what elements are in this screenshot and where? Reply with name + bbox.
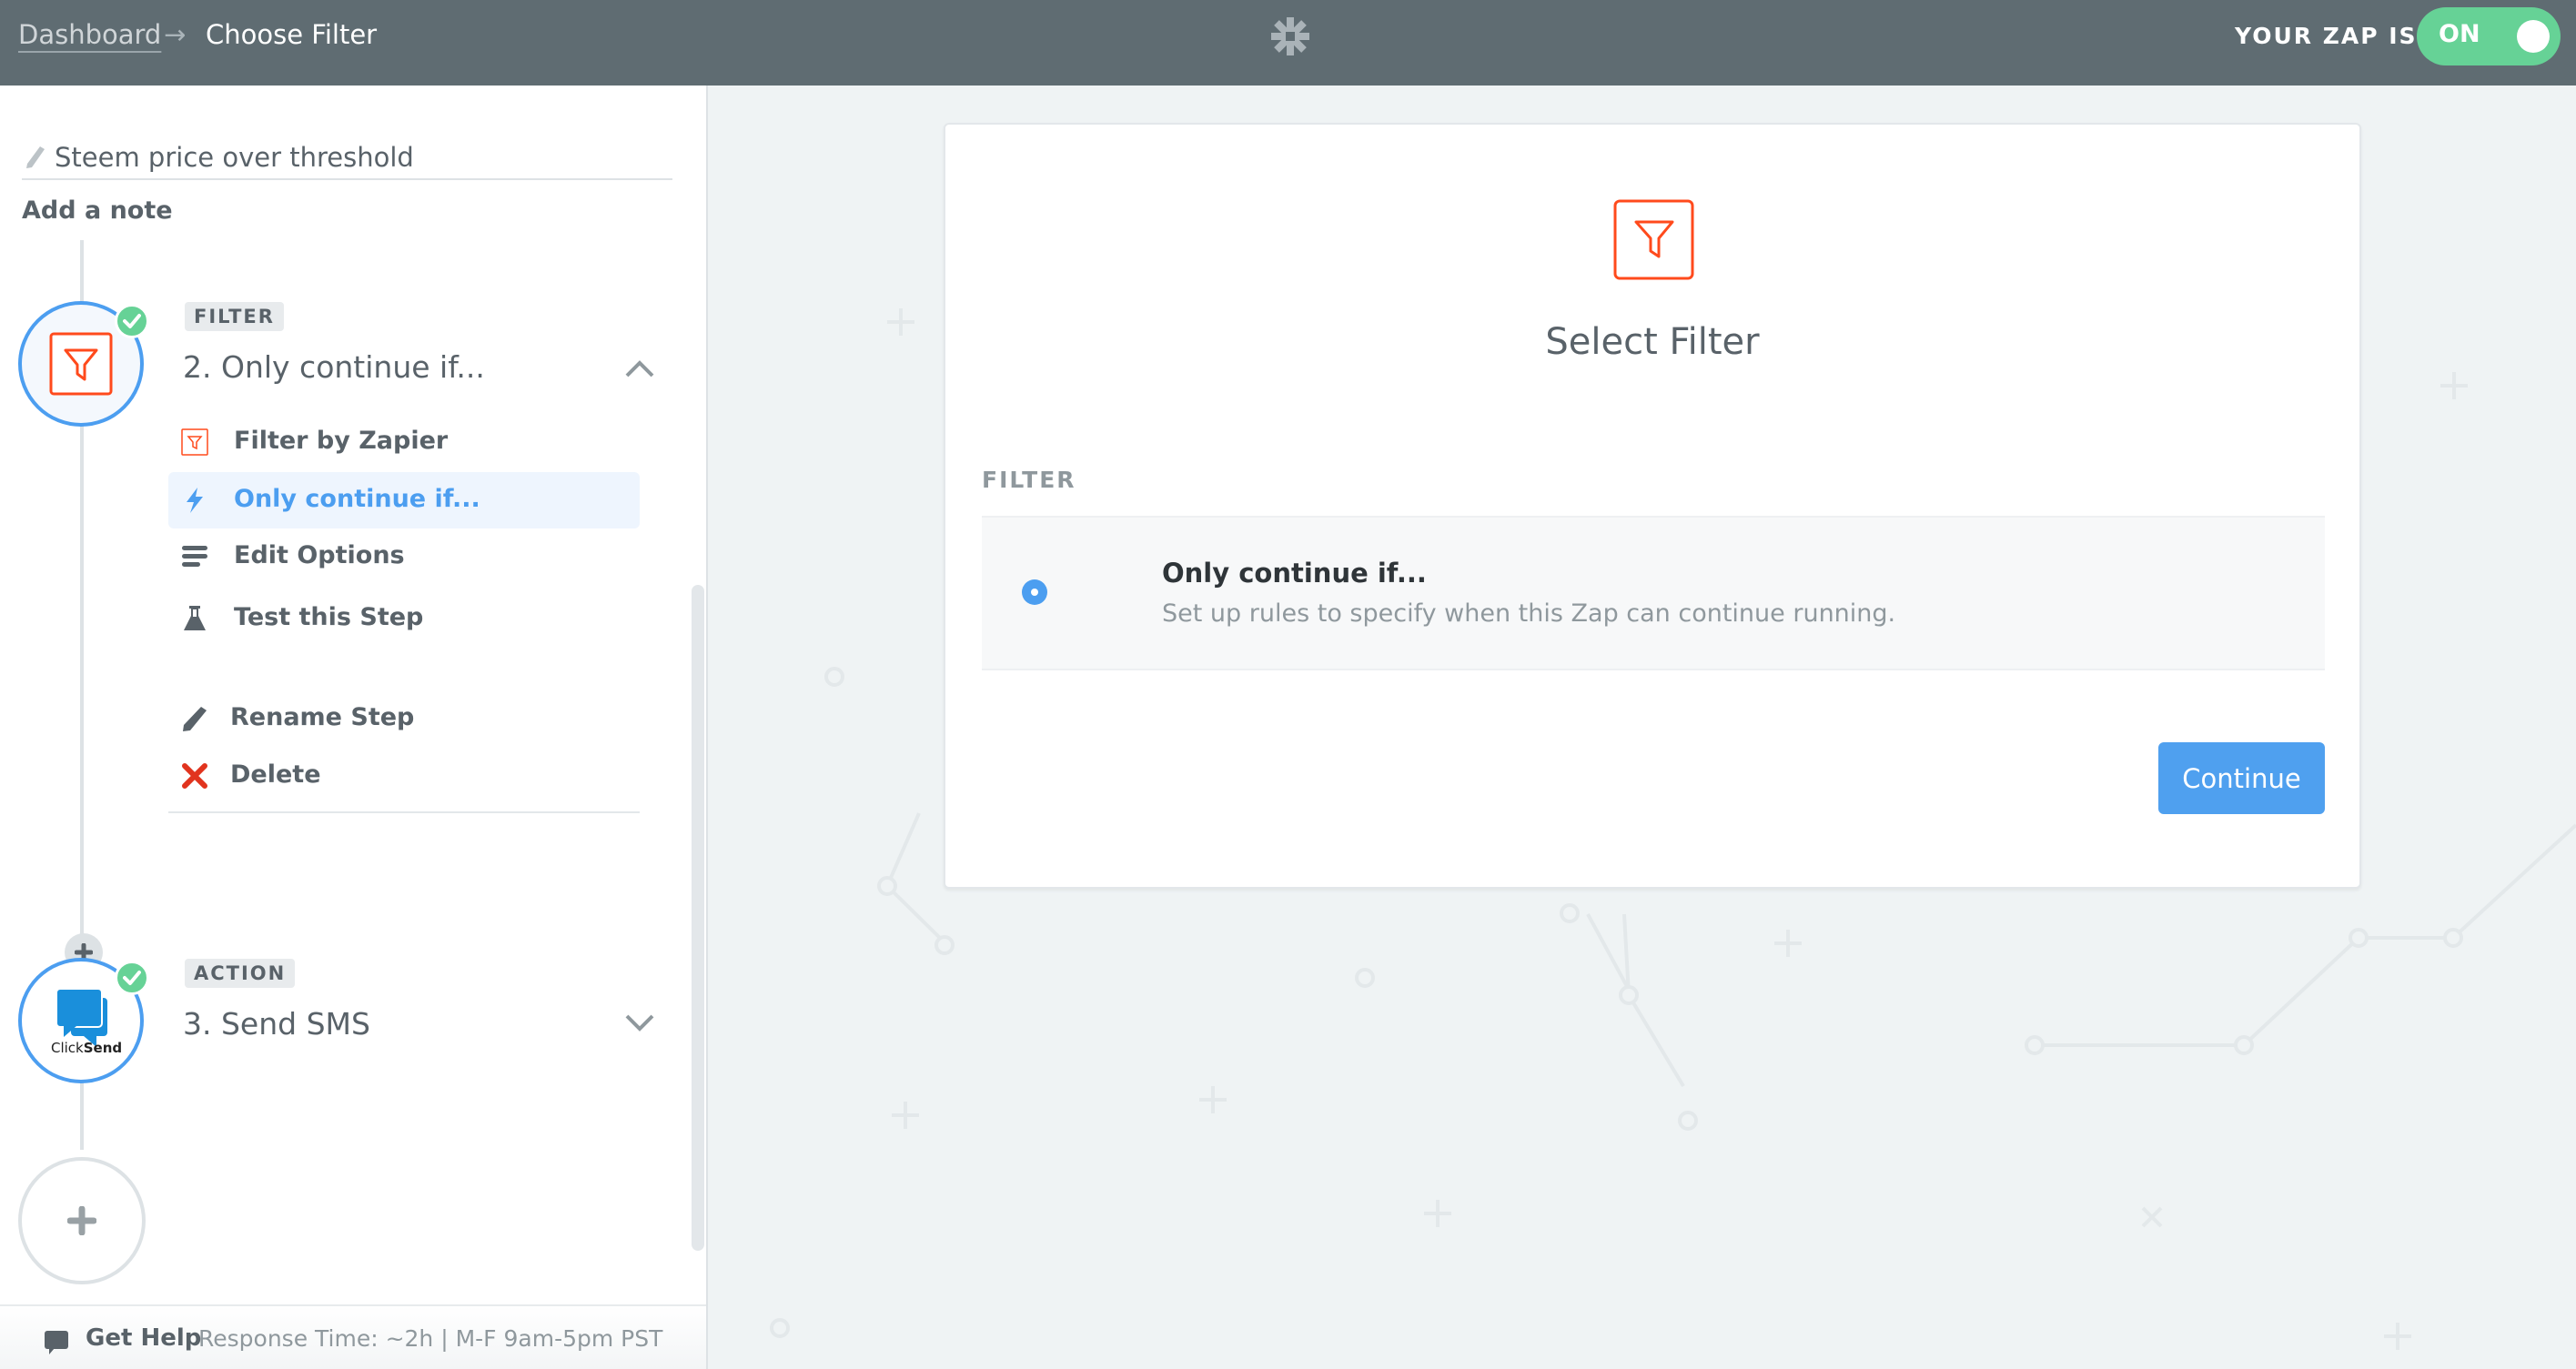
zap-name-field[interactable]: Steem price over threshold bbox=[22, 136, 672, 180]
menu-item-only-continue-if[interactable]: Only continue if... bbox=[168, 472, 640, 528]
step-type-tag: FILTER bbox=[185, 302, 284, 331]
filter-funnel-icon bbox=[181, 428, 208, 456]
chevron-down-icon[interactable] bbox=[624, 1013, 655, 1032]
breadcrumb-dashboard-link[interactable]: Dashboard bbox=[18, 19, 161, 50]
step-complete-check-icon bbox=[115, 961, 149, 995]
add-note-link[interactable]: Add a note bbox=[22, 196, 173, 225]
toggle-knob bbox=[2517, 20, 2550, 53]
option-description: Set up rules to specify when this Zap ca… bbox=[1162, 599, 1896, 628]
filter-option-only-continue-if[interactable]: Only continue if... Set up rules to spec… bbox=[982, 516, 2325, 670]
menu-item-delete[interactable]: Delete bbox=[168, 748, 640, 804]
step-type-tag: ACTION bbox=[185, 959, 296, 988]
chevron-up-icon[interactable] bbox=[624, 360, 655, 378]
lightning-bolt-icon bbox=[187, 488, 203, 513]
list-lines-icon bbox=[182, 546, 207, 567]
step-title[interactable]: 3. Send SMS bbox=[183, 1006, 370, 1042]
help-response-info: Response Time: ~2h | M-F 9am-5pm PST bbox=[198, 1325, 663, 1352]
menu-item-label: Only continue if... bbox=[234, 485, 480, 513]
zap-editor-sidebar: Steem price over threshold Add a note FI… bbox=[0, 86, 708, 1369]
get-help-link[interactable]: Get Help bbox=[86, 1324, 201, 1352]
filter-funnel-icon bbox=[1613, 199, 1694, 280]
menu-item-label: Edit Options bbox=[234, 541, 405, 569]
card-title: Select Filter bbox=[1545, 321, 1760, 363]
menu-item-label: Test this Step bbox=[234, 603, 424, 631]
menu-item-filter-by-zapier[interactable]: Filter by Zapier bbox=[168, 414, 640, 470]
zapier-asterisk-icon[interactable] bbox=[1269, 15, 1311, 57]
zap-name-text[interactable]: Steem price over threshold bbox=[55, 142, 414, 173]
option-title: Only continue if... bbox=[1162, 558, 1427, 589]
step-title[interactable]: 2. Only continue if... bbox=[183, 349, 485, 385]
option-radio-selected[interactable] bbox=[1022, 579, 1047, 605]
plus-icon bbox=[67, 1206, 96, 1235]
add-step-button[interactable] bbox=[18, 1157, 146, 1284]
pencil-icon bbox=[183, 707, 207, 731]
menu-item-label: Rename Step bbox=[230, 703, 415, 731]
continue-button[interactable]: Continue bbox=[2158, 742, 2325, 814]
red-x-icon bbox=[182, 763, 207, 789]
step-complete-check-icon bbox=[115, 304, 149, 338]
menu-item-rename-step[interactable]: Rename Step bbox=[168, 690, 640, 747]
menu-divider bbox=[168, 811, 640, 813]
radio-dot bbox=[1031, 589, 1038, 596]
help-footer: Get Help Response Time: ~2h | M-F 9am-5p… bbox=[0, 1304, 706, 1369]
menu-item-label: Filter by Zapier bbox=[234, 427, 449, 455]
pencil-icon bbox=[26, 146, 45, 168]
breadcrumb-current: Choose Filter bbox=[206, 19, 378, 50]
menu-item-label: Delete bbox=[230, 760, 321, 789]
sidebar-scrollbar[interactable] bbox=[692, 585, 704, 1251]
top-header: Dashboard → Choose Filter YOUR ZAP IS ON bbox=[0, 0, 2576, 86]
filter-funnel-icon bbox=[49, 332, 113, 396]
toggle-state-label: ON bbox=[2439, 20, 2480, 48]
select-filter-card: Select Filter FILTER Only continue if...… bbox=[944, 123, 2361, 889]
menu-item-edit-options[interactable]: Edit Options bbox=[168, 528, 640, 585]
chat-bubble-icon bbox=[45, 1331, 68, 1354]
zap-on-off-toggle[interactable]: ON bbox=[2417, 7, 2561, 65]
breadcrumb-separator: → bbox=[164, 19, 187, 50]
flask-icon bbox=[184, 606, 206, 630]
zap-status-label: YOUR ZAP IS bbox=[2235, 23, 2418, 49]
menu-item-test-this-step[interactable]: Test this Step bbox=[168, 590, 640, 647]
clicksend-wordmark: ClickSend bbox=[51, 1040, 123, 1056]
section-label: FILTER bbox=[982, 467, 1076, 493]
